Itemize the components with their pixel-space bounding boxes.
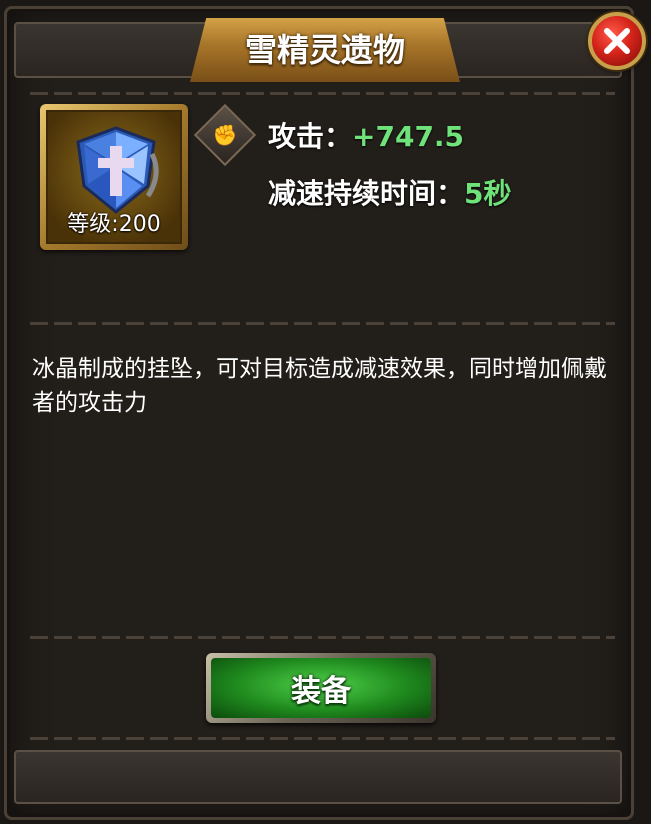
ice-crystal-pendant-icon: [76, 126, 159, 214]
divider: [30, 322, 615, 325]
stat-attack-label: 攻击：: [268, 120, 353, 153]
close-x-icon: [604, 28, 630, 54]
item-title: 雪精灵遗物: [244, 31, 405, 69]
item-level: 等级:200: [67, 212, 161, 237]
equip-button[interactable]: 装备: [206, 653, 436, 723]
stat-slow-duration-label: 减速持续时间：: [268, 177, 465, 210]
bottom-bar: [14, 750, 622, 804]
item-description: 冰晶制成的挂坠，可对目标造成减速效果，同时增加佩戴者的攻击力: [32, 356, 607, 416]
stat-attack-value: +747.5: [352, 120, 465, 153]
item-icon-slot: 等级:200: [40, 104, 188, 250]
fist-attack-icon: ✊: [212, 123, 238, 147]
stat-slow-duration-value: 5秒: [464, 177, 512, 210]
stat-slow-duration: 减速持续时间：5秒: [268, 172, 512, 212]
close-button[interactable]: [588, 12, 646, 70]
stat-attack: 攻击：+747.5: [268, 115, 464, 155]
divider: [30, 92, 615, 95]
divider: [30, 636, 615, 639]
divider: [30, 737, 615, 740]
equip-button-label: 装备: [211, 658, 431, 718]
